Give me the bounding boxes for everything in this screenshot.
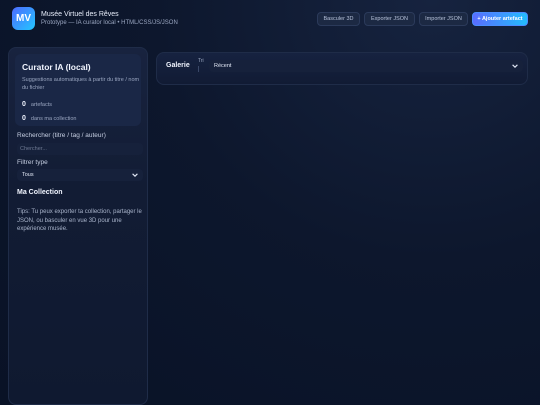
collection-stat: 0 dans ma collection [22, 115, 76, 122]
collection-label: dans ma collection [30, 115, 77, 122]
sidebar: Curator IA (local) Suggestions automatiq… [8, 47, 148, 405]
search-input[interactable]: Chercher... [17, 143, 143, 155]
gallery-title: Galerie [166, 62, 190, 69]
curator-panel: Curator IA (local) Suggestions automatiq… [15, 54, 141, 126]
collection-title: Ma Collection [17, 189, 63, 196]
collection-count: 0 [22, 115, 26, 122]
search-label: Rechercher (titre / tag / auteur) [17, 132, 106, 139]
filter-label: Filtrer type [17, 159, 48, 166]
gallery-header: Galerie Tri Récent [156, 52, 528, 85]
sort-select[interactable]: Récent [209, 60, 523, 72]
type-filter-select[interactable]: Tous [17, 169, 143, 181]
app-subtitle: Prototype — IA curator local • HTML/CSS/… [41, 20, 178, 26]
app-title: Musée Virtuel des Rêves [41, 11, 119, 18]
add-artifact-button[interactable]: + Ajouter artefact [472, 12, 528, 26]
toggle-3d-button[interactable]: Basculer 3D [317, 12, 360, 26]
export-json-button[interactable]: Exporter JSON [364, 12, 415, 26]
type-filter-value: Tous [22, 172, 34, 178]
sort-value: Récent [214, 63, 232, 69]
sort-label: Tri [198, 58, 204, 64]
import-json-button[interactable]: Importer JSON [419, 12, 468, 26]
curator-description: Suggestions automatiques à partir du tit… [22, 77, 140, 91]
chevron-down-icon [512, 64, 518, 68]
app-header: MV Musée Virtuel des Rêves Prototype — I… [0, 0, 540, 40]
chevron-down-icon [132, 173, 138, 177]
artifacts-label: artefacts [30, 101, 52, 108]
curator-title: Curator IA (local) [22, 62, 91, 72]
artifacts-count: 0 [22, 101, 26, 108]
artifacts-stat: 0 artefacts [22, 101, 52, 108]
tips-text: Tips: Tu peux exporter ta collection, pa… [17, 209, 142, 232]
gallery-grid [156, 88, 528, 398]
sort-divider [198, 66, 199, 72]
app-logo: MV [12, 7, 35, 30]
